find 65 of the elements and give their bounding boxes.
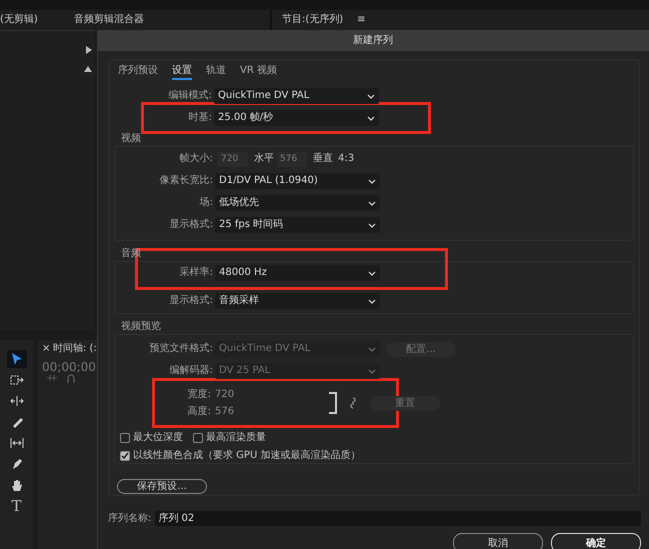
field-label: 编解码器:: [168, 365, 214, 377]
expand-arrow-icon: [86, 45, 92, 57]
dropdown[interactable]: 25 fps 时间码: [215, 217, 380, 233]
field-label: 垂直: [313, 153, 333, 165]
field-label: 显示格式:: [168, 219, 214, 231]
chevron-icon: [367, 94, 375, 98]
dropdown[interactable]: QuickTime DV PAL: [214, 88, 379, 104]
field-value: 720: [215, 388, 234, 400]
field-label: 高度:: [186, 406, 212, 418]
field-label: 显示格式:: [168, 295, 214, 307]
chevron-icon: [368, 270, 376, 276]
tab[interactable]: 设置: [172, 64, 192, 80]
dropdown[interactable]: D1/DV PAL (1.0940): [215, 173, 380, 189]
dropdown[interactable]: 48000 Hz: [215, 265, 380, 281]
chevron-icon: [368, 178, 376, 184]
field-label: 序列名称:: [108, 512, 152, 524]
field-label: 编辑模式:: [168, 90, 213, 102]
selection-tool-icon[interactable]: [6, 350, 26, 368]
dialog-title: 新建序列: [98, 31, 649, 51]
dropdown[interactable]: 音频采样: [215, 293, 380, 309]
panel-tab[interactable]: (无剪辑): [0, 14, 38, 26]
checkbox-label[interactable]: 最大位深度: [133, 432, 183, 444]
timecode: 00;00;00: [42, 360, 97, 374]
cancel-button[interactable]: 取消: [453, 533, 543, 549]
checkbox-label[interactable]: 最高渲染质量: [206, 432, 266, 444]
checkbox[interactable]: [193, 433, 203, 443]
save-preset-button[interactable]: 保存预设...: [117, 479, 207, 494]
field-value: 576: [215, 406, 234, 418]
field-label: 预览文件格式:: [148, 343, 214, 355]
snap-icon: [47, 374, 57, 384]
tab[interactable]: 序列预设: [118, 64, 158, 80]
panel-tab[interactable]: 音频剪辑混合器: [74, 14, 144, 26]
chevron-icon: [368, 298, 376, 304]
close-button[interactable]: ×: [42, 343, 50, 355]
chevron-icon: [368, 346, 376, 352]
field-label: 像素长宽比:: [158, 175, 214, 187]
tab[interactable]: 轨道: [206, 64, 226, 80]
checkbox-label[interactable]: 以线性颜色合成（要求 GPU 加速或最高渲染品质）: [133, 450, 360, 462]
checkbox[interactable]: [120, 451, 130, 461]
link-bracket-icon: [329, 392, 338, 414]
link-icon: [350, 397, 356, 409]
tab[interactable]: VR 视频: [240, 64, 277, 80]
magnet-icon: [67, 374, 75, 384]
field-label: 帧大小:: [178, 153, 214, 165]
panel-title: 节目:(无序列): [282, 14, 344, 26]
aspect-ratio-text: 4:3: [338, 153, 354, 165]
chevron-icon: [367, 116, 375, 120]
chevron-icon: [368, 222, 376, 228]
field-label: 水平: [254, 153, 274, 165]
field-label: 宽度:: [186, 388, 212, 400]
chevron-icon: [368, 200, 376, 206]
field-label: 采样率:: [178, 267, 214, 279]
name-field[interactable]: 序列 02: [155, 511, 642, 526]
checkbox[interactable]: [120, 433, 130, 443]
dropdown[interactable]: 低场优先: [215, 195, 380, 211]
field-label: 场:: [198, 197, 214, 209]
section-title: 视频: [121, 133, 142, 145]
field-label: 时基:: [188, 112, 213, 124]
dropdown[interactable]: 25.00 帧/秒: [214, 110, 379, 126]
ok-button[interactable]: 确定: [551, 533, 641, 549]
chevron-icon: [368, 368, 376, 374]
section-title: 视频预览: [121, 321, 162, 333]
type-tool[interactable]: T: [6, 497, 26, 515]
panel-title: 时间轴: (:: [52, 343, 97, 355]
menu-button[interactable]: ≡: [357, 14, 366, 26]
